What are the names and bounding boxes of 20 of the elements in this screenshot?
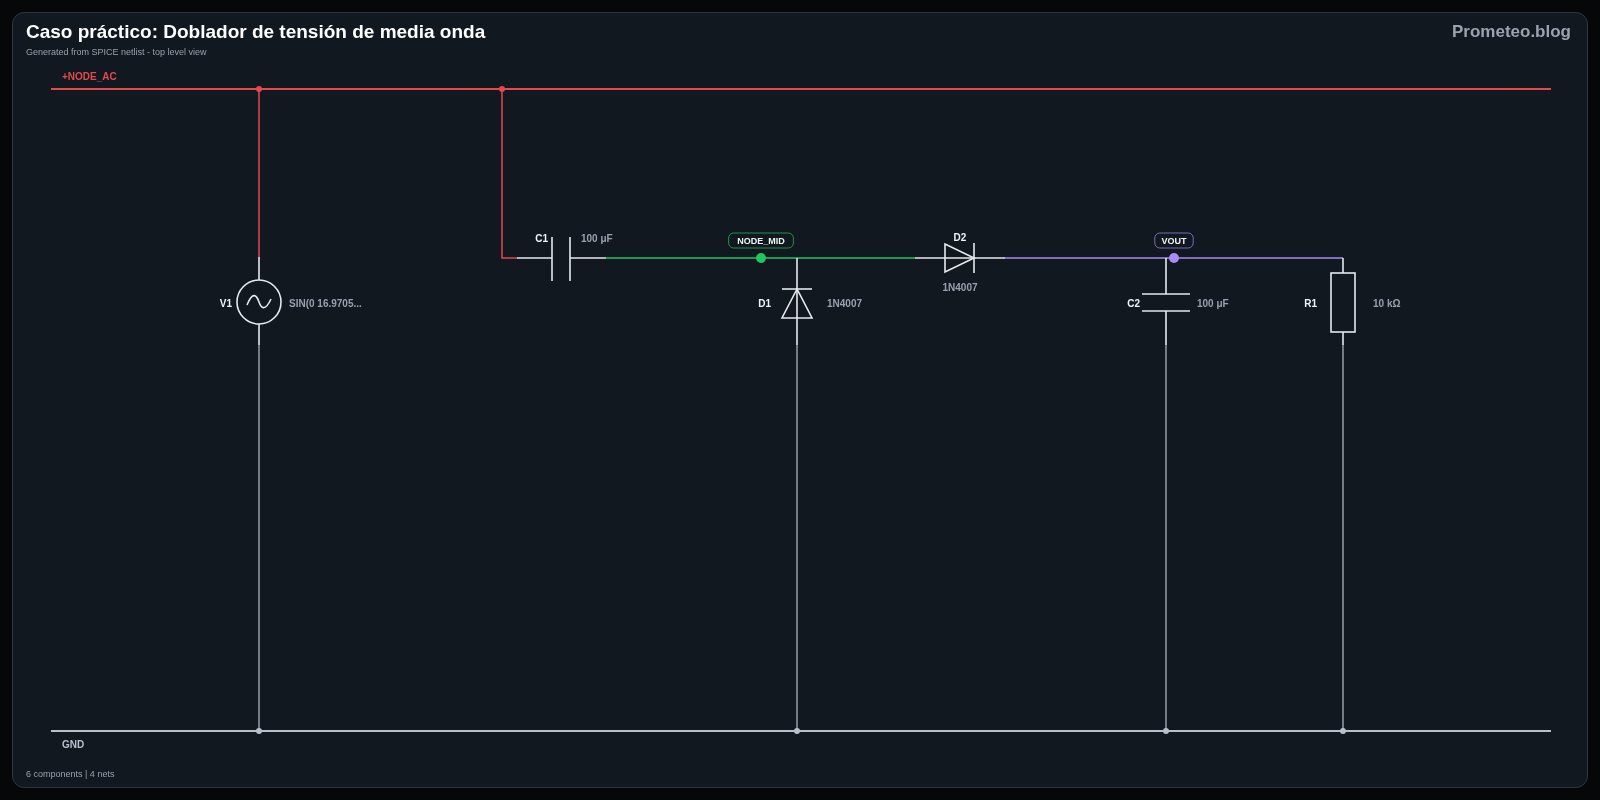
net-tag: VOUT — [1154, 232, 1194, 249]
component-value: 1N4007 — [942, 282, 978, 293]
component-value: 1N4007 — [827, 298, 863, 309]
component-label: R1 — [1304, 298, 1317, 309]
footer-summary: 6 components | 4 nets — [26, 767, 115, 781]
component-value: 10 kΩ — [1373, 298, 1401, 309]
component-label: C2 — [1127, 298, 1140, 309]
net-label: GND — [62, 739, 85, 750]
component-label: D2 — [953, 232, 967, 243]
component-value: 100 μF — [1197, 298, 1229, 309]
page-title: Caso práctico: Doblador de tensión de media onda — [26, 20, 486, 44]
brand-name: Prometeo.blog — [1452, 21, 1572, 43]
net-label: +NODE_AC — [62, 71, 117, 82]
component-label: D1 — [758, 298, 771, 309]
component-value: SIN(0 16.9705... — [289, 298, 362, 309]
component-label: C1 — [535, 233, 548, 244]
page-subtitle: Generated from SPICE netlist - top level view — [26, 46, 208, 59]
net-tag: NODE_MID — [728, 232, 794, 249]
component-label: V1 — [219, 298, 232, 309]
component-value: 100 μF — [581, 233, 613, 244]
